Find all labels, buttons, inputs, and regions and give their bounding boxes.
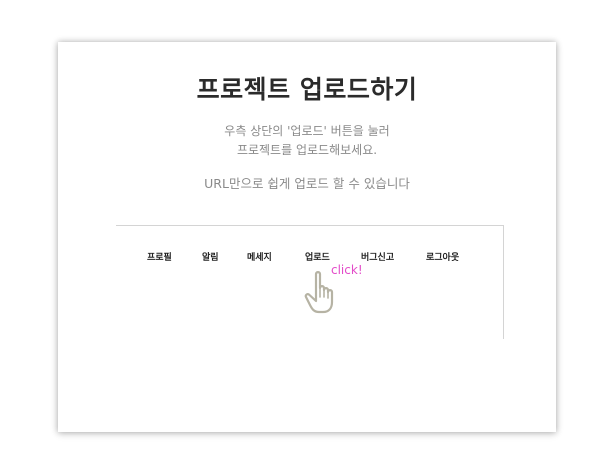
menu-item-messages[interactable]: 메세지 [247, 250, 272, 263]
menu-item-profile[interactable]: 프로필 [147, 250, 172, 263]
page-title: 프로젝트 업로드하기 [196, 75, 418, 104]
tutorial-card: 프로젝트 업로드하기 우측 상단의 '업로드' 버튼을 눌러 프로젝트를 업로드… [58, 42, 556, 432]
pointing-hand-icon [304, 271, 334, 314]
description-line-3: URL만으로 쉽게 업로드 할 수 있습니다 [204, 176, 410, 191]
menu-item-notifications[interactable]: 알림 [202, 250, 219, 263]
menu-item-upload[interactable]: 업로드 [305, 250, 330, 263]
description-line-1: 우측 상단의 '업로드' 버튼을 눌러 [224, 124, 390, 138]
menu-item-logout[interactable]: 로그아웃 [426, 250, 459, 263]
menu-item-bug-report[interactable]: 버그신고 [361, 250, 394, 263]
user-menu: 프로필 알림 메세지 업로드 버그신고 로그아웃 [116, 250, 496, 266]
tutorial-stage: 프로젝트 업로드하기 우측 상단의 '업로드' 버튼을 눌러 프로젝트를 업로드… [0, 0, 615, 475]
description-line-2: 프로젝트를 업로드해보세요. [236, 143, 378, 157]
